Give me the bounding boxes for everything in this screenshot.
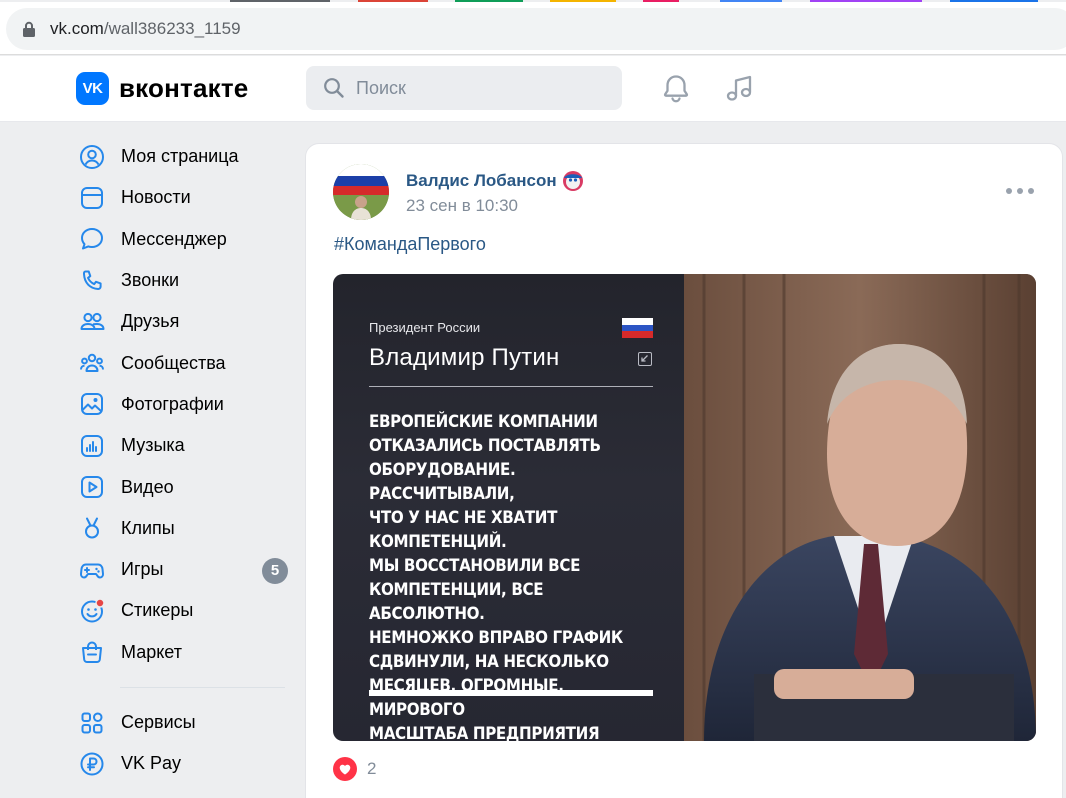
sidebar-item-communities[interactable]: Сообщества bbox=[78, 342, 290, 383]
sidebar-item-label: Музыка bbox=[121, 435, 185, 456]
url-field[interactable]: vk.com/wall386233_1159 bbox=[6, 8, 1066, 50]
vk-logo[interactable]: VK вконтакте bbox=[76, 72, 248, 105]
sidebar-divider bbox=[120, 686, 285, 688]
phone-icon bbox=[78, 267, 106, 295]
corner-arrow-icon bbox=[638, 352, 652, 366]
sidebar-item-market[interactable]: Маркет bbox=[78, 632, 290, 673]
sidebar-item-label: Клипы bbox=[121, 517, 175, 538]
sidebar-item-clips[interactable]: Клипы bbox=[78, 508, 290, 549]
post-author-name: Валдис Лобансон bbox=[406, 171, 557, 190]
like-button[interactable]: 2 bbox=[333, 757, 376, 781]
heart-icon bbox=[333, 757, 357, 781]
sidebar-item-photos[interactable]: Фотографии bbox=[78, 384, 290, 425]
music-icon bbox=[78, 432, 106, 460]
sidebar-item-label: Сообщества bbox=[121, 352, 226, 373]
sidebar-item-friends[interactable]: Друзья bbox=[78, 301, 290, 342]
sidebar-item-video[interactable]: Видео bbox=[78, 466, 290, 507]
author-avatar[interactable] bbox=[333, 164, 389, 220]
search-input[interactable] bbox=[356, 77, 596, 99]
sidebar-item-calls[interactable]: Звонки bbox=[78, 260, 290, 301]
user-circle-icon bbox=[78, 143, 106, 171]
post-actions: 2 bbox=[333, 757, 376, 781]
services-grid-icon bbox=[78, 709, 106, 737]
lock-icon[interactable] bbox=[22, 21, 36, 37]
sidebar-item-messenger[interactable]: Мессенджер bbox=[78, 219, 290, 260]
sidebar-item-music[interactable]: Музыка bbox=[78, 425, 290, 466]
browser-address-bar: vk.com/wall386233_1159 bbox=[0, 2, 1066, 55]
quote-card: Президент России Владимир Путин ЕВРОПЕЙС… bbox=[333, 274, 684, 741]
quote-card-divider bbox=[369, 386, 653, 387]
like-count: 2 bbox=[367, 759, 377, 778]
photo-icon bbox=[78, 390, 106, 418]
sidebar-item-label: Новости bbox=[121, 187, 191, 208]
url-text[interactable]: vk.com/wall386233_1159 bbox=[50, 19, 241, 39]
sidebar-item-label: VK Pay bbox=[121, 753, 182, 774]
sidebar-item-label: Моя страница bbox=[121, 146, 239, 167]
vk-pay-icon bbox=[78, 750, 106, 778]
post-hashtag[interactable]: #КомандаПервого bbox=[334, 234, 486, 255]
message-bubble-icon bbox=[78, 225, 106, 253]
post-date[interactable]: 23 сен в 10:30 bbox=[406, 196, 518, 216]
author-status-emoji-icon bbox=[562, 171, 583, 191]
vk-logo-icon: VK bbox=[76, 72, 109, 105]
russian-flag-icon bbox=[622, 318, 653, 338]
quote-card-name: Владимир Путин bbox=[369, 344, 560, 371]
sidebar-item-services[interactable]: Сервисы bbox=[78, 702, 290, 743]
games-count-badge: 5 bbox=[262, 557, 288, 584]
music-note-icon[interactable] bbox=[724, 72, 756, 104]
sidebar-item-label: Фотографии bbox=[121, 393, 224, 414]
portrait-photo bbox=[684, 274, 1036, 741]
wall-post: Валдис Лобансон 23 сен в 10:30 #КомандаП… bbox=[305, 143, 1063, 798]
sidebar-item-label: Сервисы bbox=[121, 712, 196, 732]
sidebar-item-games[interactable]: Игры 5 bbox=[78, 549, 290, 590]
quote-card-subtitle: Президент России bbox=[369, 320, 481, 335]
communities-icon bbox=[78, 349, 106, 377]
sidebar-item-label: Игры bbox=[121, 559, 164, 580]
url-domain: vk.com bbox=[50, 19, 104, 38]
bell-icon[interactable] bbox=[660, 72, 692, 104]
vk-logo-text: вконтакте bbox=[119, 73, 249, 103]
news-icon bbox=[78, 184, 106, 212]
sidebar-item-label: Маркет bbox=[121, 641, 182, 662]
sidebar-item-my-page[interactable]: Моя страница bbox=[78, 136, 290, 177]
video-icon bbox=[78, 473, 106, 501]
market-bag-icon bbox=[78, 638, 106, 666]
sidebar-item-label: Звонки bbox=[121, 270, 180, 291]
clips-icon bbox=[78, 514, 106, 542]
left-sidebar: Моя страница Новости Мессенджер Звонки Д… bbox=[78, 136, 290, 784]
sidebar-item-vk-pay[interactable]: VK Pay bbox=[78, 743, 290, 784]
sidebar-item-label: Видео bbox=[121, 476, 174, 497]
post-author[interactable]: Валдис Лобансон bbox=[406, 170, 584, 192]
sidebar-item-news[interactable]: Новости bbox=[78, 177, 290, 218]
post-more-options-icon[interactable] bbox=[1006, 182, 1034, 200]
search-box[interactable] bbox=[306, 66, 622, 110]
sidebar-item-label: Мессенджер bbox=[121, 228, 227, 249]
sticker-icon bbox=[78, 597, 106, 625]
quote-card-bottom-bar bbox=[369, 690, 653, 696]
gamepad-icon bbox=[78, 556, 106, 584]
url-path: /wall386233_1159 bbox=[103, 19, 241, 38]
search-icon bbox=[324, 78, 344, 98]
vk-header: VK вконтакте bbox=[0, 56, 1066, 122]
friends-icon bbox=[78, 308, 106, 336]
sidebar-item-label: Стикеры bbox=[121, 600, 194, 621]
sidebar-item-label: Друзья bbox=[121, 311, 180, 332]
sidebar-item-stickers[interactable]: Стикеры bbox=[78, 590, 290, 631]
post-image[interactable]: Президент России Владимир Путин ЕВРОПЕЙС… bbox=[333, 274, 1036, 741]
